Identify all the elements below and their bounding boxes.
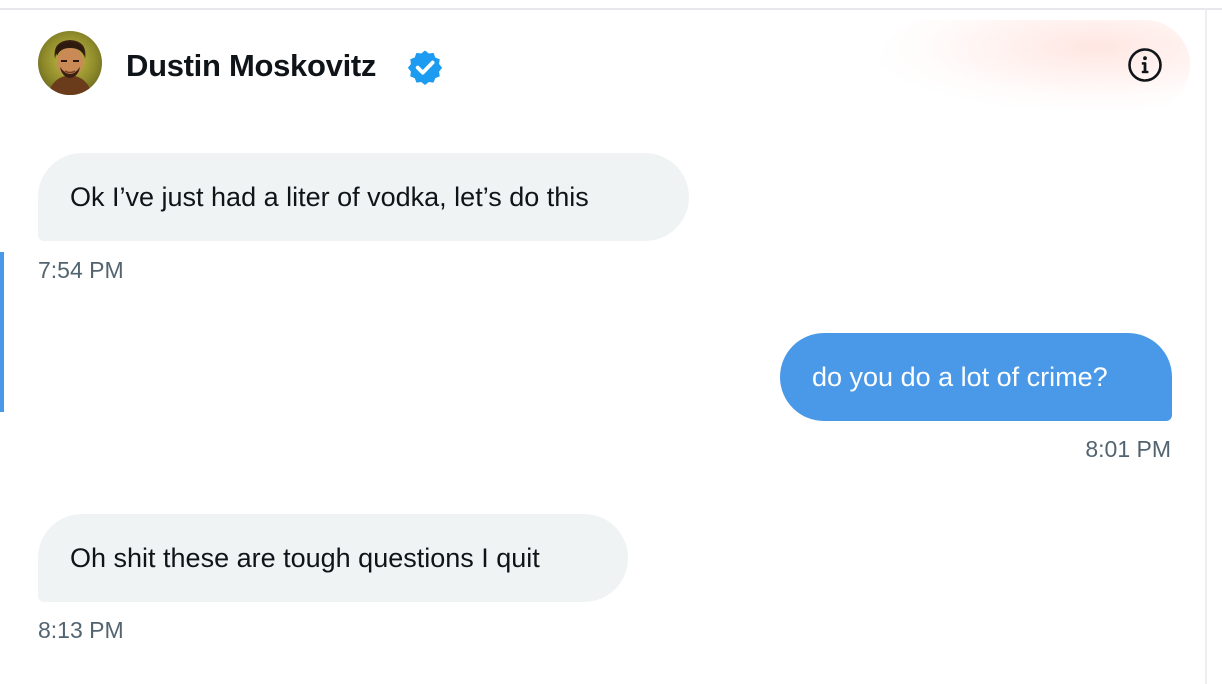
avatar[interactable] — [38, 31, 102, 95]
message-bubble-received[interactable]: Ok I’ve just had a liter of vodka, let’s… — [38, 153, 689, 241]
message-timestamp: 8:01 PM — [1085, 436, 1171, 462]
top-divider — [0, 8, 1222, 10]
verified-badge-icon — [407, 50, 443, 86]
avatar-portrait-icon — [48, 40, 92, 95]
active-conversation-indicator — [0, 252, 4, 412]
message-bubble-sent[interactable]: do you do a lot of crime? — [780, 333, 1172, 421]
info-icon[interactable] — [1126, 46, 1164, 84]
contact-name[interactable]: Dustin Moskovitz — [126, 47, 376, 85]
dm-conversation-panel: Dustin Moskovitz Ok I’ve just had a lite… — [0, 0, 1222, 684]
message-timestamp: 7:54 PM — [38, 257, 124, 283]
right-divider — [1205, 9, 1207, 684]
message-timestamp: 8:13 PM — [38, 617, 124, 643]
message-bubble-received[interactable]: Oh shit these are tough questions I quit — [38, 514, 628, 602]
